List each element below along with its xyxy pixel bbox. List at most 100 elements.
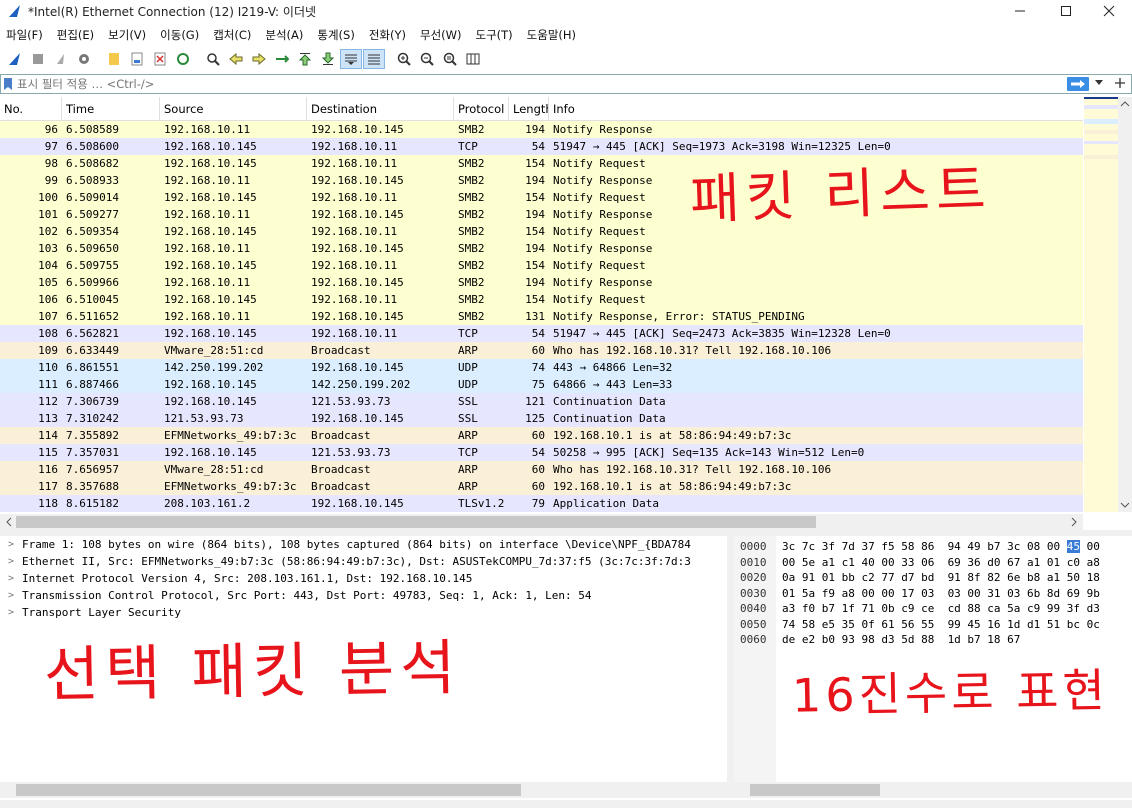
packet-row[interactable]: 96 6.508589 192.168.10.11 192.168.10.145 SMB… (0, 121, 1083, 138)
menu-statistics[interactable]: 통계(S) (317, 27, 354, 43)
expand-arrow-icon[interactable]: > (0, 553, 22, 570)
packet-minimap[interactable] (1084, 97, 1118, 512)
detail-ipv4[interactable]: > Internet Protocol Version 4, Src: 208.1… (0, 570, 727, 587)
packet-row[interactable]: 99 6.508933 192.168.10.11 192.168.10.145 SMB… (0, 172, 1083, 189)
open-file-button[interactable] (103, 49, 125, 69)
menu-tools[interactable]: 도구(T) (476, 27, 513, 43)
detail-tcp[interactable]: > Transmission Control Protocol, Src Port… (0, 587, 727, 604)
filter-history-dropdown[interactable] (1095, 79, 1107, 89)
hex-row[interactable]: 0050 74 58 e5 35 0f 61 56 55 99 45 16 1d … (734, 617, 1100, 633)
packet-row[interactable]: 100 6.509014 192.168.10.145 192.168.10.11 SM… (0, 189, 1083, 206)
menu-file[interactable]: 파일(F) (6, 27, 43, 43)
close-button[interactable] (1086, 0, 1132, 22)
packet-row[interactable]: 116 7.656957 VMware_28:51:cd Broadcast ARP 60… (0, 461, 1083, 478)
packet-row[interactable]: 104 6.509755 192.168.10.145 192.168.10.11 SM… (0, 257, 1083, 274)
packet-row[interactable]: 113 7.310242 121.53.93.73 192.168.10.145 SSL… (0, 410, 1083, 427)
packet-cell-dst: 121.53.93.73 (311, 446, 391, 459)
column-time[interactable]: Time (62, 97, 160, 121)
find-packet-button[interactable] (202, 49, 224, 69)
menu-wireless[interactable]: 무선(W) (420, 27, 462, 43)
resize-columns-button[interactable] (462, 49, 484, 69)
go-first-button[interactable] (294, 49, 316, 69)
menu-telephony[interactable]: 전화(Y) (369, 27, 406, 43)
go-to-packet-button[interactable] (271, 49, 293, 69)
display-filter-input[interactable] (15, 75, 1067, 93)
packet-row[interactable]: 103 6.509650 192.168.10.11 192.168.10.145 SM… (0, 240, 1083, 257)
details-hscroll-thumb[interactable] (16, 784, 521, 796)
detail-frame[interactable]: > Frame 1: 108 bytes on wire (864 bits), … (0, 536, 727, 553)
go-back-button[interactable] (225, 49, 247, 69)
expand-arrow-icon[interactable]: > (0, 587, 22, 604)
minimize-button[interactable] (997, 0, 1043, 22)
column-protocol[interactable]: Protocol (454, 97, 509, 121)
packet-list-hscroll-thumb[interactable] (16, 516, 816, 528)
selected-byte[interactable]: 45 (1066, 540, 1081, 553)
hex-row[interactable]: 0010 00 5e a1 c1 40 00 33 06 69 36 d0 67 … (734, 555, 1100, 571)
hex-row[interactable]: 0030 01 5a f9 a8 00 00 17 03 03 00 31 03 … (734, 586, 1100, 602)
packet-row[interactable]: 106 6.510045 192.168.10.145 192.168.10.11 SM… (0, 291, 1083, 308)
hex-hscrollbar[interactable] (734, 782, 1132, 798)
packet-row[interactable]: 101 6.509277 192.168.10.11 192.168.10.145 SM… (0, 206, 1083, 223)
maximize-button[interactable] (1043, 0, 1089, 22)
menu-view[interactable]: 보기(V) (108, 27, 146, 43)
packet-cell-proto: TCP (458, 140, 478, 153)
packet-list-hscrollbar[interactable] (0, 514, 1083, 530)
hex-hscroll-thumb[interactable] (750, 784, 880, 796)
add-filter-button[interactable] (1113, 77, 1127, 92)
detail-ethernet[interactable]: > Ethernet II, Src: EFMNetworks_49:b7:3c … (0, 553, 727, 570)
zoom-out-button[interactable] (416, 49, 438, 69)
packet-row[interactable]: 105 6.509966 192.168.10.11 192.168.10.145 SM… (0, 274, 1083, 291)
hex-row[interactable]: 0060 de e2 b0 93 98 d3 5d 88 1d b7 18 67 (734, 632, 1100, 648)
filter-bookmark-button[interactable] (1, 75, 15, 93)
pane-splitter-vertical[interactable] (727, 536, 734, 798)
detail-tls[interactable]: > Transport Layer Security (0, 604, 727, 621)
expand-arrow-icon[interactable]: > (0, 536, 22, 553)
menu-go[interactable]: 이동(G) (160, 27, 199, 43)
packet-row[interactable]: 97 6.508600 192.168.10.145 192.168.10.11 TCP… (0, 138, 1083, 155)
menu-help[interactable]: 도움말(H) (527, 27, 576, 43)
packet-row[interactable]: 118 8.615182 208.103.161.2 192.168.10.145 TL… (0, 495, 1083, 512)
packet-row[interactable]: 114 7.355892 EFMNetworks_49:b7:3c Broadcast… (0, 427, 1083, 444)
packet-row[interactable]: 102 6.509354 192.168.10.145 192.168.10.11 SM… (0, 223, 1083, 240)
zoom-in-icon (397, 52, 411, 66)
column-source[interactable]: Source (160, 97, 307, 121)
arrow-right-icon (252, 52, 266, 66)
stop-capture-button[interactable] (27, 49, 49, 69)
packet-row[interactable]: 117 8.357688 EFMNetworks_49:b7:3c Broadcast… (0, 478, 1083, 495)
packet-row[interactable]: 110 6.861551 142.250.199.202 192.168.10.145… (0, 359, 1083, 376)
menu-capture[interactable]: 캡처(C) (213, 27, 251, 43)
packet-row[interactable]: 111 6.887466 192.168.10.145 142.250.199.202… (0, 376, 1083, 393)
menu-analyze[interactable]: 분석(A) (265, 27, 303, 43)
capture-options-button[interactable] (73, 49, 95, 69)
expand-arrow-icon[interactable]: > (0, 570, 22, 587)
packet-row[interactable]: 98 6.508682 192.168.10.145 192.168.10.11 SMB… (0, 155, 1083, 172)
packet-row[interactable]: 108 6.562821 192.168.10.145 192.168.10.11 TC… (0, 325, 1083, 342)
apply-filter-button[interactable] (1067, 77, 1089, 91)
expand-arrow-icon[interactable]: > (0, 604, 22, 621)
column-length[interactable]: Length (509, 97, 549, 121)
column-no[interactable]: No. (0, 97, 62, 121)
zoom-in-button[interactable] (393, 49, 415, 69)
zoom-reset-button[interactable] (439, 49, 461, 69)
go-forward-button[interactable] (248, 49, 270, 69)
packet-row[interactable]: 115 7.357031 192.168.10.145 121.53.93.73 TCP… (0, 444, 1083, 461)
column-info[interactable]: Info (549, 97, 1083, 121)
details-hscrollbar[interactable] (0, 782, 727, 798)
packet-row[interactable]: 107 6.511652 192.168.10.11 192.168.10.145 SM… (0, 308, 1083, 325)
column-destination[interactable]: Destination (307, 97, 454, 121)
packet-list-vscrollbar[interactable] (1118, 97, 1132, 512)
go-last-button[interactable] (317, 49, 339, 69)
menu-edit[interactable]: 편집(E) (57, 27, 94, 43)
hex-row[interactable]: 0000 3c 7c 3f 7d 37 f5 58 86 94 49 b7 3c … (734, 539, 1100, 555)
save-file-button[interactable] (126, 49, 148, 69)
hex-row[interactable]: 0040 a3 f0 b7 1f 71 0b c9 ce cd 88 ca 5a … (734, 601, 1100, 617)
start-capture-button[interactable] (4, 49, 26, 69)
packet-row[interactable]: 112 7.306739 192.168.10.145 121.53.93.73 SSL… (0, 393, 1083, 410)
restart-capture-button[interactable] (50, 49, 72, 69)
packet-row[interactable]: 109 6.633449 VMware_28:51:cd Broadcast ARP 60… (0, 342, 1083, 359)
close-file-button[interactable] (149, 49, 171, 69)
hex-row[interactable]: 0020 0a 91 01 bb c2 77 d7 bd 91 8f 82 6e … (734, 570, 1100, 586)
auto-scroll-button[interactable] (340, 49, 362, 69)
reload-button[interactable] (172, 49, 194, 69)
colorize-button[interactable] (363, 49, 385, 69)
